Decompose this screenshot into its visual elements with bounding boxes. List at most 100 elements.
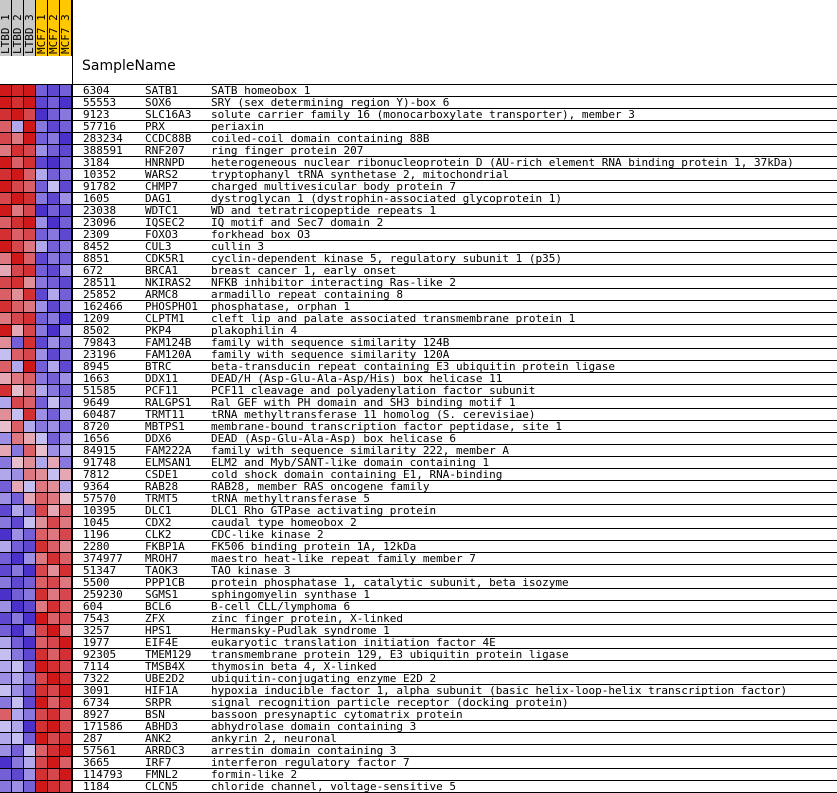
heatmap-cell (12, 445, 24, 456)
gene-symbol: BTRC (145, 360, 172, 373)
heatmap-cell (48, 733, 60, 744)
heatmap-cell (60, 361, 72, 372)
gene-id: 9364 (83, 480, 110, 493)
heatmap-cell (36, 193, 48, 204)
gene-symbol: CUL3 (145, 240, 172, 253)
heatmap-cell (12, 253, 24, 264)
heatmap-cell (48, 697, 60, 708)
heatmap-cell (0, 157, 12, 168)
gene-id: 23038 (83, 204, 117, 217)
heatmap-cell (24, 325, 36, 336)
heatmap-cell (36, 217, 48, 228)
heatmap-cell (60, 349, 72, 360)
heatmap-cell (36, 313, 48, 324)
heatmap-cell (0, 241, 12, 252)
heatmap-cell (0, 193, 12, 204)
heatmap-cell (48, 757, 60, 768)
heatmap-cell (0, 385, 12, 396)
heatmap-cell (0, 181, 12, 192)
gene-symbol: SLC16A3 (145, 108, 192, 121)
column-label-text: LTBD_2 (11, 14, 24, 54)
heatmap-cell (0, 229, 12, 240)
heatmap-cell (48, 145, 60, 156)
heatmap-cell (0, 253, 12, 264)
heatmap-cell (24, 349, 36, 360)
heatmap-cell (0, 553, 12, 564)
gene-id: 57570 (83, 492, 117, 505)
heatmap-cell (36, 781, 48, 792)
gene-symbol: HIF1A (145, 684, 179, 697)
gene-description: breast cancer 1, early onset (211, 264, 397, 277)
gene-description: RAB28, member RAS oncogene family (211, 480, 430, 493)
table-row: 604 BCL6 B-cell CLL/lymphoma 6 (0, 601, 837, 613)
heatmap-cell (36, 289, 48, 300)
heatmap-cell (60, 325, 72, 336)
heatmap-cell (12, 181, 24, 192)
heatmap-cell (48, 445, 60, 456)
heatmap-cell (12, 613, 24, 624)
table-row: 1196 CLK2 CDC-like kinase 2 (0, 529, 837, 541)
gene-symbol: IRF7 (145, 756, 172, 769)
heatmap-cell (24, 373, 36, 384)
heatmap-cell (36, 697, 48, 708)
heatmap-cell (36, 301, 48, 312)
heatmap-cell (48, 529, 60, 540)
heatmap-cell (60, 373, 72, 384)
heatmap-cell (48, 781, 60, 792)
gene-description: charged multivesicular body protein 7 (211, 180, 457, 193)
gene-symbol: ABHD3 (145, 720, 179, 733)
heatmap-cell (0, 109, 12, 120)
heatmap-cell (48, 589, 60, 600)
heatmap-cell (48, 325, 60, 336)
heatmap-cell (36, 229, 48, 240)
gene-description: heterogeneous nuclear ribonucleoprotein … (211, 156, 794, 169)
gene-id: 57561 (83, 744, 117, 757)
table-row: 23096 IQSEC2 IQ motif and Sec7 domain 2 (0, 217, 837, 229)
heatmap-cell (24, 577, 36, 588)
heatmap-cell (60, 541, 72, 552)
heatmap-cell (48, 337, 60, 348)
heatmap-cell (0, 373, 12, 384)
table-row: 283234 CCDC88B coiled-coil domain containi… (0, 133, 837, 145)
gene-symbol: DLC1 (145, 504, 172, 517)
heatmap-cell (36, 613, 48, 624)
heatmap-cell (12, 553, 24, 564)
gene-symbol: DDX11 (145, 372, 179, 385)
gene-symbol: SRPR (145, 696, 172, 709)
gene-symbol: DAG1 (145, 192, 172, 205)
heatmap-cell (0, 361, 12, 372)
heatmap-cell (60, 217, 72, 228)
table-row: 8927 BSN bassoon presynaptic cytomatrix pr… (0, 709, 837, 721)
heatmap-cell (0, 685, 12, 696)
table-row: 259230 SGMS1 sphingomyelin synthase 1 (0, 589, 837, 601)
heatmap-cell (0, 661, 12, 672)
heatmap-cell (0, 433, 12, 444)
gene-id: 57716 (83, 120, 117, 133)
heatmap-cell (12, 433, 24, 444)
heatmap-cell (24, 625, 36, 636)
heatmap-cell (48, 541, 60, 552)
gene-id: 25852 (83, 288, 117, 301)
gene-symbol: TRMT11 (145, 408, 185, 421)
gene-id: 3091 (83, 684, 110, 697)
gene-symbol: HPS1 (145, 624, 172, 637)
column-label-text: MCF7_2 (47, 14, 60, 54)
heatmap-cell (36, 433, 48, 444)
gene-description: periaxin (211, 120, 264, 133)
gene-description: ring finger protein 207 (211, 144, 364, 157)
gene-description: thymosin beta 4, X-linked (211, 660, 377, 673)
column-label-text: MCF7_3 (59, 14, 72, 54)
gene-symbol: DDX6 (145, 432, 172, 445)
heatmap-cell (0, 133, 12, 144)
gene-description: transmembrane protein 129, E3 ubiquitin … (211, 648, 569, 661)
gene-description: beta-transducin repeat containing E3 ubi… (211, 360, 615, 373)
heatmap-cell (24, 733, 36, 744)
gene-symbol: FKBP1A (145, 540, 185, 553)
gene-description: IQ motif and Sec7 domain 2 (211, 216, 384, 229)
gene-id: 1605 (83, 192, 110, 205)
gene-id: 3257 (83, 624, 110, 637)
gene-description: ubiquitin-conjugating enzyme E2D 2 (211, 672, 437, 685)
gene-id: 259230 (83, 588, 123, 601)
gene-description: signal recognition particle receptor (do… (211, 696, 569, 709)
heatmap-cell (0, 709, 12, 720)
